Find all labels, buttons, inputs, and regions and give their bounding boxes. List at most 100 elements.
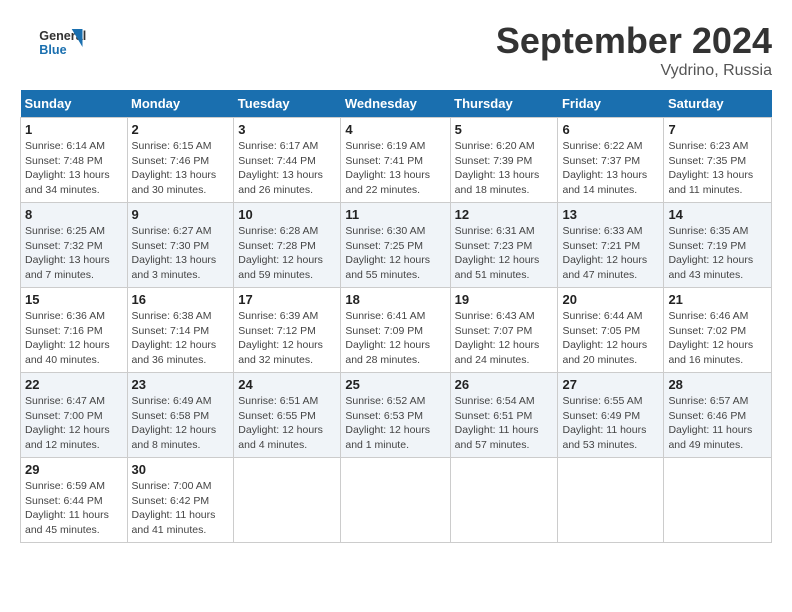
week-row: 8 Sunrise: 6:25 AMSunset: 7:32 PMDayligh… [21,203,772,288]
sunrise-info: Sunrise: 6:17 AMSunset: 7:44 PMDaylight:… [238,139,336,198]
day-number: 11 [345,207,445,222]
title-section: September 2024 Vydrino, Russia [496,20,772,80]
logo-icon: General Blue [20,20,100,65]
calendar-cell: 14 Sunrise: 6:35 AMSunset: 7:19 PMDaylig… [664,203,772,288]
sunrise-info: Sunrise: 6:15 AMSunset: 7:46 PMDaylight:… [132,139,230,198]
header-wednesday: Wednesday [341,90,450,118]
sunrise-info: Sunrise: 6:47 AMSunset: 7:00 PMDaylight:… [25,394,123,453]
day-number: 18 [345,292,445,307]
header-saturday: Saturday [664,90,772,118]
calendar-cell: 7 Sunrise: 6:23 AMSunset: 7:35 PMDayligh… [664,118,772,203]
month-title: September 2024 [496,20,772,62]
day-number: 23 [132,377,230,392]
sunrise-info: Sunrise: 6:57 AMSunset: 6:46 PMDaylight:… [668,394,767,453]
calendar-cell: 23 Sunrise: 6:49 AMSunset: 6:58 PMDaylig… [127,373,234,458]
calendar-cell: 29 Sunrise: 6:59 AMSunset: 6:44 PMDaylig… [21,458,128,543]
day-number: 12 [455,207,554,222]
sunrise-info: Sunrise: 6:41 AMSunset: 7:09 PMDaylight:… [345,309,445,368]
calendar-cell: 9 Sunrise: 6:27 AMSunset: 7:30 PMDayligh… [127,203,234,288]
week-row: 29 Sunrise: 6:59 AMSunset: 6:44 PMDaylig… [21,458,772,543]
sunrise-info: Sunrise: 6:23 AMSunset: 7:35 PMDaylight:… [668,139,767,198]
calendar-cell: 8 Sunrise: 6:25 AMSunset: 7:32 PMDayligh… [21,203,128,288]
calendar-cell [341,458,450,543]
calendar-cell: 6 Sunrise: 6:22 AMSunset: 7:37 PMDayligh… [558,118,664,203]
day-number: 27 [562,377,659,392]
day-number: 21 [668,292,767,307]
calendar-cell: 30 Sunrise: 7:00 AMSunset: 6:42 PMDaylig… [127,458,234,543]
day-number: 3 [238,122,336,137]
day-number: 8 [25,207,123,222]
calendar-cell: 15 Sunrise: 6:36 AMSunset: 7:16 PMDaylig… [21,288,128,373]
day-number: 15 [25,292,123,307]
sunrise-info: Sunrise: 6:28 AMSunset: 7:28 PMDaylight:… [238,224,336,283]
day-number: 5 [455,122,554,137]
day-number: 6 [562,122,659,137]
calendar-cell: 26 Sunrise: 6:54 AMSunset: 6:51 PMDaylig… [450,373,558,458]
week-row: 1 Sunrise: 6:14 AMSunset: 7:48 PMDayligh… [21,118,772,203]
day-number: 22 [25,377,123,392]
calendar-cell: 2 Sunrise: 6:15 AMSunset: 7:46 PMDayligh… [127,118,234,203]
day-number: 14 [668,207,767,222]
header-sunday: Sunday [21,90,128,118]
calendar-cell [558,458,664,543]
calendar-cell: 4 Sunrise: 6:19 AMSunset: 7:41 PMDayligh… [341,118,450,203]
calendar-cell [450,458,558,543]
day-number: 26 [455,377,554,392]
header-row: Sunday Monday Tuesday Wednesday Thursday… [21,90,772,118]
header-friday: Friday [558,90,664,118]
location: Vydrino, Russia [496,62,772,80]
sunrise-info: Sunrise: 6:36 AMSunset: 7:16 PMDaylight:… [25,309,123,368]
day-number: 17 [238,292,336,307]
sunrise-info: Sunrise: 6:25 AMSunset: 7:32 PMDaylight:… [25,224,123,283]
calendar-cell: 12 Sunrise: 6:31 AMSunset: 7:23 PMDaylig… [450,203,558,288]
calendar-cell: 17 Sunrise: 6:39 AMSunset: 7:12 PMDaylig… [234,288,341,373]
sunrise-info: Sunrise: 6:19 AMSunset: 7:41 PMDaylight:… [345,139,445,198]
header-monday: Monday [127,90,234,118]
day-number: 2 [132,122,230,137]
calendar-cell: 22 Sunrise: 6:47 AMSunset: 7:00 PMDaylig… [21,373,128,458]
day-number: 1 [25,122,123,137]
calendar-cell: 28 Sunrise: 6:57 AMSunset: 6:46 PMDaylig… [664,373,772,458]
day-number: 30 [132,462,230,477]
calendar-cell: 16 Sunrise: 6:38 AMSunset: 7:14 PMDaylig… [127,288,234,373]
calendar-cell: 25 Sunrise: 6:52 AMSunset: 6:53 PMDaylig… [341,373,450,458]
day-number: 7 [668,122,767,137]
sunrise-info: Sunrise: 6:35 AMSunset: 7:19 PMDaylight:… [668,224,767,283]
calendar-cell: 3 Sunrise: 6:17 AMSunset: 7:44 PMDayligh… [234,118,341,203]
sunrise-info: Sunrise: 6:55 AMSunset: 6:49 PMDaylight:… [562,394,659,453]
svg-text:Blue: Blue [39,43,66,57]
calendar-cell [664,458,772,543]
day-number: 16 [132,292,230,307]
calendar-cell: 19 Sunrise: 6:43 AMSunset: 7:07 PMDaylig… [450,288,558,373]
sunrise-info: Sunrise: 6:52 AMSunset: 6:53 PMDaylight:… [345,394,445,453]
sunrise-info: Sunrise: 6:46 AMSunset: 7:02 PMDaylight:… [668,309,767,368]
header-thursday: Thursday [450,90,558,118]
day-number: 29 [25,462,123,477]
day-number: 28 [668,377,767,392]
sunrise-info: Sunrise: 6:44 AMSunset: 7:05 PMDaylight:… [562,309,659,368]
day-number: 10 [238,207,336,222]
sunrise-info: Sunrise: 6:27 AMSunset: 7:30 PMDaylight:… [132,224,230,283]
day-number: 9 [132,207,230,222]
calendar-cell: 27 Sunrise: 6:55 AMSunset: 6:49 PMDaylig… [558,373,664,458]
calendar-cell: 21 Sunrise: 6:46 AMSunset: 7:02 PMDaylig… [664,288,772,373]
sunrise-info: Sunrise: 6:54 AMSunset: 6:51 PMDaylight:… [455,394,554,453]
day-number: 25 [345,377,445,392]
calendar-cell: 10 Sunrise: 6:28 AMSunset: 7:28 PMDaylig… [234,203,341,288]
calendar-cell: 5 Sunrise: 6:20 AMSunset: 7:39 PMDayligh… [450,118,558,203]
sunrise-info: Sunrise: 6:51 AMSunset: 6:55 PMDaylight:… [238,394,336,453]
sunrise-info: Sunrise: 6:33 AMSunset: 7:21 PMDaylight:… [562,224,659,283]
day-number: 4 [345,122,445,137]
sunrise-info: Sunrise: 6:20 AMSunset: 7:39 PMDaylight:… [455,139,554,198]
day-number: 19 [455,292,554,307]
day-number: 13 [562,207,659,222]
sunrise-info: Sunrise: 7:00 AMSunset: 6:42 PMDaylight:… [132,479,230,538]
sunrise-info: Sunrise: 6:38 AMSunset: 7:14 PMDaylight:… [132,309,230,368]
sunrise-info: Sunrise: 6:49 AMSunset: 6:58 PMDaylight:… [132,394,230,453]
calendar-table: Sunday Monday Tuesday Wednesday Thursday… [20,90,772,543]
logo: General Blue [20,20,100,65]
calendar-cell: 11 Sunrise: 6:30 AMSunset: 7:25 PMDaylig… [341,203,450,288]
sunrise-info: Sunrise: 6:43 AMSunset: 7:07 PMDaylight:… [455,309,554,368]
week-row: 22 Sunrise: 6:47 AMSunset: 7:00 PMDaylig… [21,373,772,458]
calendar-cell: 1 Sunrise: 6:14 AMSunset: 7:48 PMDayligh… [21,118,128,203]
